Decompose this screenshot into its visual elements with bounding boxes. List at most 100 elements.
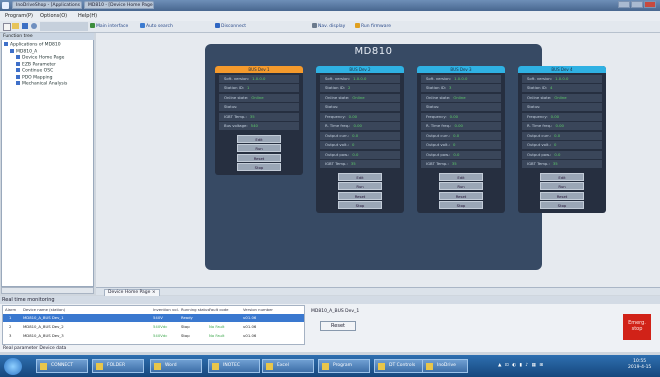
window-tab-2[interactable]: MD810 - [Device Home Page] <box>84 1 154 9</box>
table-row[interactable]: 2 MD810_A_BUS Dev_2 540Vdc Stop No Fault u01.… <box>3 323 304 331</box>
module-reset-button[interactable]: Reset <box>540 191 584 200</box>
module-row-value: 0.0 <box>554 132 561 138</box>
table-cell-name: MD810_A_BUS Dev_2 <box>23 324 64 329</box>
module-spacer <box>417 168 505 171</box>
taskbar-app[interactable]: Program <box>318 359 370 373</box>
table-cell-name: MD810_A_BUS Dev_3 <box>23 333 64 338</box>
tree-scrollbar[interactable] <box>1 287 94 294</box>
module-row-label: Frequency: <box>325 113 346 119</box>
module-row-value: 0.0 <box>453 151 460 157</box>
window-tab-1[interactable]: InoDriveShop - [Applications 610] <box>12 1 82 9</box>
open-icon[interactable] <box>12 23 19 29</box>
taskbar-app[interactable]: InoDrive <box>422 359 468 373</box>
module-reset-button[interactable]: Reset <box>237 153 281 162</box>
module-edit-button[interactable]: Edit <box>439 172 483 181</box>
maximize-icon[interactable] <box>631 1 643 8</box>
monitor-column-header[interactable]: Invention vol. <box>153 306 179 313</box>
module-status-row: Output volt.: 0 <box>522 141 602 149</box>
module-run-button[interactable]: Run <box>439 182 483 190</box>
run-firmware-button[interactable]: Run firmware <box>355 22 391 31</box>
taskbar-app[interactable]: DT Controls <box>374 359 426 373</box>
module-row-label: Output curr.: <box>527 132 552 138</box>
minimize-icon[interactable] <box>618 1 630 8</box>
module-card: BUS Dev 3 Soft. version: 1.0.0.0 Station ID… <box>417 66 505 213</box>
tree-item-label: MD810_A <box>16 49 38 54</box>
module-row-value: 1 <box>247 85 250 90</box>
monitor-column-header[interactable]: Device name (station) <box>23 306 65 313</box>
module-stop-button[interactable]: Stop <box>237 163 281 171</box>
nav-display-button[interactable]: Nav. display <box>312 22 345 31</box>
module-stop-button[interactable]: Stop <box>439 201 483 209</box>
clock-date: 2019-4-15 <box>628 365 652 370</box>
table-row[interactable]: 1 MD810_A_BUS Dev_1 540V Ready u01.06 <box>3 314 304 322</box>
module-spacer <box>518 168 606 171</box>
tree-node-icon <box>4 42 8 46</box>
toolbar-separator <box>40 22 88 31</box>
main-interface-button[interactable]: Main interface <box>90 22 128 31</box>
home-icon <box>90 23 95 28</box>
module-edit-button[interactable]: Edit <box>338 172 382 181</box>
new-icon[interactable] <box>3 23 11 31</box>
module-reset-button[interactable]: Reset <box>338 191 382 200</box>
table-cell-voltage: 540Vdc <box>153 324 168 329</box>
module-row-label: Output pow.: <box>426 151 451 157</box>
menu-program[interactable]: Program(P) <box>5 12 33 20</box>
module-status-row: Output pow.: 0.0 <box>320 150 400 159</box>
module-status-row: Frequency: 0.00 <box>320 112 400 121</box>
taskbar-app[interactable]: FOLDER <box>92 359 144 373</box>
taskbar-app[interactable]: Excel <box>262 359 314 373</box>
tree-item[interactable]: Mechanical Analysis <box>2 81 93 88</box>
table-cell-status: Stop <box>181 324 190 329</box>
module-row-label: IGBT Temp.: <box>224 113 247 119</box>
module-status-row: Output curr.: 0.0 <box>421 131 501 140</box>
tree-item-label: Applications of MD810 <box>10 42 61 48</box>
module-run-button[interactable]: Run <box>338 182 382 190</box>
module-stop-button[interactable]: Stop <box>338 201 382 209</box>
tab-device-home-page[interactable]: Device Home Page × <box>104 289 160 296</box>
module-row-label: Station ID: <box>224 85 245 90</box>
taskbar-app-label: CONNECT <box>51 363 74 368</box>
save-icon[interactable] <box>22 23 28 29</box>
taskbar-app-icon <box>322 363 329 370</box>
monitor-column-header[interactable]: Running status <box>181 306 209 313</box>
module-row-label: Output volt.: <box>325 142 349 147</box>
close-icon[interactable] <box>644 1 656 8</box>
disconnect-icon <box>215 23 220 28</box>
module-edit-button[interactable]: Edit <box>237 134 281 143</box>
system-tray[interactable]: ▲ ⊡ ◐ ▮ ♪ ▦ ⊞ <box>498 360 544 372</box>
help-icon[interactable] <box>31 23 37 29</box>
module-run-button[interactable]: Run <box>540 182 584 190</box>
taskbar-app[interactable]: Word <box>150 359 202 373</box>
start-icon[interactable] <box>4 358 22 375</box>
module-stop-button[interactable]: Stop <box>540 201 584 209</box>
menu-help[interactable]: Help(H) <box>78 12 97 20</box>
taskbar-app[interactable]: INOTEC <box>208 359 260 373</box>
emergency-stop-button[interactable]: Emerg. stop <box>623 314 651 340</box>
module-row-label: Status: <box>224 104 238 109</box>
module-reset-button[interactable]: Reset <box>439 191 483 200</box>
monitor-column-header[interactable]: Version number <box>243 306 273 313</box>
module-card: BUS Dev 2 Soft. version: 1.0.0.0 Station ID… <box>316 66 404 213</box>
module-status-row: Output curr.: 0.0 <box>320 131 400 140</box>
module-row-value: 35 <box>552 161 558 166</box>
module-row-value: Online <box>352 94 365 100</box>
monitor-footer: Real parameter Device data <box>3 346 67 351</box>
module-row-label: Station ID: <box>527 85 548 90</box>
reset-button[interactable]: Reset <box>320 321 356 331</box>
module-row-label: IGBT Temp.: <box>325 161 348 166</box>
module-run-button[interactable]: Run <box>237 144 281 152</box>
monitor-column-header[interactable]: Alarm <box>5 306 16 313</box>
run-firmware-label: Run firmware <box>361 24 392 29</box>
module-header: BUS Dev 4 <box>518 66 606 73</box>
module-status-row: Status: <box>522 103 602 111</box>
table-row[interactable]: 3 MD810_A_BUS Dev_3 540Vdc Stop No Fault u01.… <box>3 332 304 340</box>
auto-search-button[interactable]: Auto search <box>140 22 173 31</box>
taskbar-app[interactable]: CONNECT <box>36 359 88 373</box>
taskbar-app-label: DT Controls <box>389 363 416 368</box>
module-edit-button[interactable]: Edit <box>540 172 584 181</box>
monitor-column-header[interactable]: Fault code <box>209 306 228 313</box>
module-status-row: Soft. version: 1.0.0.0 <box>320 74 400 83</box>
disconnect-button[interactable]: Disconnect <box>215 22 246 31</box>
menu-options[interactable]: Options(O) <box>40 12 67 20</box>
table-cell-version: u01.06 <box>243 315 257 320</box>
